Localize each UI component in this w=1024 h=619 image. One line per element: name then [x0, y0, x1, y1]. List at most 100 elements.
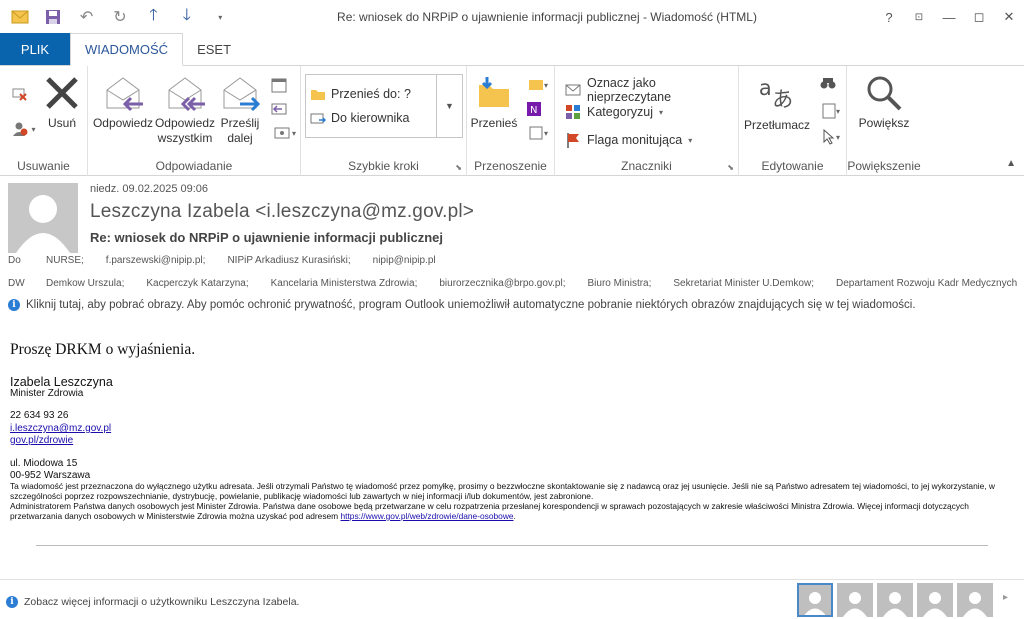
group-label-tags: Znaczniki [621, 159, 672, 173]
recipient[interactable]: Departament Rozwoju Kadr Medycznych [836, 278, 1017, 289]
group-zoom: Powiększ Powiększenie [847, 66, 921, 176]
to-label: Do [8, 255, 21, 266]
follow-up-caret: ▾ [688, 135, 693, 145]
mark-unread-label: Oznacz jako nieprzeczytane [587, 76, 672, 104]
tags-launcher-icon[interactable]: ⬊ [727, 163, 734, 172]
reply-icon [103, 74, 143, 112]
mail-icon [10, 7, 29, 27]
move-button[interactable]: Przenieś [471, 74, 517, 131]
reply-button[interactable]: Odpowiedz [92, 74, 154, 131]
group-tags: Oznacz jako nieprzeczytane Kategoryzuj ▾… [555, 66, 739, 176]
group-move: Przenieś ▾ N ▾ Przenoszenie [467, 66, 555, 176]
tab-message[interactable]: WIADOMOŚĆ [70, 33, 184, 66]
close-button[interactable]: ✕ [994, 2, 1024, 32]
chevron-right-icon[interactable]: ▸ [1003, 592, 1008, 603]
undo-icon[interactable]: ↶ [77, 7, 96, 27]
help-icon[interactable]: ? [874, 2, 904, 32]
message-date: niedz. 09.02.2025 09:06 [90, 183, 209, 195]
people-thumbnails [797, 583, 993, 617]
signature-role: Minister Zdrowia [10, 388, 84, 399]
categorize-button[interactable]: Kategoryzuj ▾ [565, 104, 663, 120]
reply-all-button[interactable]: Odpowiedz wszystkim [152, 74, 218, 146]
title-bar: ↶ ↻ 🡑 🡓 ▾ Re: wniosek do NRPiP o ujawnie… [0, 0, 1024, 34]
im-reply-icon[interactable] [270, 100, 288, 118]
select-cursor-icon[interactable]: ▾ [819, 128, 843, 146]
recipient[interactable]: Demkow Urszula; [46, 278, 124, 289]
svg-text:a: a [759, 76, 772, 100]
forward-icon [220, 74, 260, 112]
recipient[interactable]: biurorzecznika@brpo.gov.pl; [439, 278, 565, 289]
ribbon: ▾ Usuń Usuwanie Odpowiedz Odpowiedz wszy… [0, 66, 1024, 176]
sender-name[interactable]: Leszczyna Izabela <i.leszczyna@mz.gov.pl… [90, 201, 474, 223]
restore-button[interactable]: ◻ [964, 2, 994, 32]
window-controls: ? ⊡ — ◻ ✕ [844, 2, 1024, 32]
svg-text:N: N [530, 105, 537, 116]
magnifier-icon [864, 74, 904, 112]
person-icon [963, 592, 987, 617]
recipient[interactable]: NURSE; [46, 255, 84, 266]
person-thumbnail[interactable] [957, 583, 993, 617]
move-label: Przenieś [470, 116, 518, 130]
more-respond-icon[interactable]: ▾ [270, 124, 300, 142]
customize-qat-icon[interactable]: ▾ [211, 7, 230, 27]
download-images-infobar[interactable]: i Kliknij tutaj, aby pobrać obrazy. Aby … [8, 299, 916, 311]
signature-email-link[interactable]: i.leszczyna@mz.gov.pl [10, 423, 111, 434]
person-thumbnail[interactable] [837, 583, 873, 617]
minimize-button[interactable]: — [934, 2, 964, 32]
people-pane-info[interactable]: i Zobacz więcej informacji o użytkowniku… [6, 596, 299, 608]
quick-step-to-manager[interactable]: Do kierownika [310, 111, 410, 125]
quick-step-move-to[interactable]: Przenieś do: ? [310, 87, 411, 101]
junk-icon[interactable]: ▾ [10, 120, 38, 138]
quick-steps-more[interactable]: ▼ [436, 75, 462, 137]
translate-label: Przetłumacz [743, 118, 811, 132]
info-icon: i [8, 299, 20, 311]
group-respond: Odpowiedz Odpowiedz wszystkim Prześlij d… [88, 66, 301, 176]
collapse-ribbon-icon[interactable]: ▲ [1006, 158, 1016, 169]
redo-icon[interactable]: ↻ [110, 7, 129, 27]
person-thumbnail[interactable] [877, 583, 913, 617]
reply-all-icon [165, 74, 205, 112]
quick-steps-launcher-icon[interactable]: ⬊ [455, 163, 462, 172]
recipient[interactable]: f.parszewski@nipip.pl; [106, 255, 206, 266]
recipient[interactable]: Biuro Ministra; [587, 278, 651, 289]
tab-file[interactable]: PLIK [0, 33, 70, 65]
person-thumbnail[interactable] [797, 583, 833, 617]
forward-button[interactable]: Prześlij dalej [216, 74, 264, 146]
actions-icon[interactable]: ▾ [525, 124, 551, 142]
translate-button[interactable]: aあ Przetłumacz [743, 70, 811, 133]
ignore-icon[interactable] [10, 84, 28, 102]
message-body: Proszę DRKM o wyjaśnienia. Izabela Leszc… [0, 325, 1024, 579]
categorize-icon [565, 104, 581, 120]
recipient[interactable]: Sekretariat Minister U.Demkow; [673, 278, 814, 289]
sender-avatar[interactable] [8, 183, 78, 253]
gdpr-link[interactable]: https://www.gov.pl/web/zdrowie/dane-osob… [341, 511, 514, 521]
flag-icon [565, 132, 581, 148]
group-label-delete: Usuwanie [17, 159, 70, 173]
follow-up-button[interactable]: Flaga monitująca ▾ [565, 132, 692, 148]
quick-steps-gallery: Przenieś do: ? Do kierownika ▼ [305, 74, 463, 138]
save-icon[interactable] [43, 7, 62, 27]
related-icon[interactable]: ▾ [819, 102, 843, 120]
group-label-quick-steps: Szybkie kroki [348, 159, 419, 173]
message-subject: Re: wniosek do NRPiP o ujawnienie inform… [90, 230, 443, 245]
ribbon-display-icon[interactable]: ⊡ [904, 2, 934, 32]
person-thumbnail[interactable] [917, 583, 953, 617]
mark-unread-button[interactable]: Oznacz jako nieprzeczytane [565, 76, 738, 104]
rules-icon[interactable]: ▾ [525, 76, 551, 94]
previous-item-icon[interactable]: 🡑 [144, 7, 163, 27]
recipient[interactable]: Kancelaria Ministerstwa Zdrowia; [271, 278, 418, 289]
tab-eset[interactable]: ESET [183, 33, 245, 65]
recipient[interactable]: NIPiP Arkadiusz Kurasiński; [227, 255, 350, 266]
recipient[interactable]: Kacperczyk Katarzyna; [146, 278, 248, 289]
recipient[interactable]: nipip@nipip.pl [373, 255, 436, 266]
meeting-icon[interactable] [270, 76, 288, 94]
body-greeting: Proszę DRKM o wyjaśnienia. [10, 341, 196, 358]
next-item-icon[interactable]: 🡓 [177, 7, 196, 27]
zoom-button[interactable]: Powiększ [853, 74, 915, 131]
delete-button[interactable]: Usuń [40, 74, 84, 131]
find-icon[interactable] [819, 74, 837, 92]
manager-mail-icon [310, 113, 326, 124]
group-label-respond: Odpowiadanie [155, 159, 233, 173]
signature-web-link[interactable]: gov.pl/zdrowie [10, 435, 73, 446]
onenote-icon[interactable]: N [525, 100, 543, 118]
